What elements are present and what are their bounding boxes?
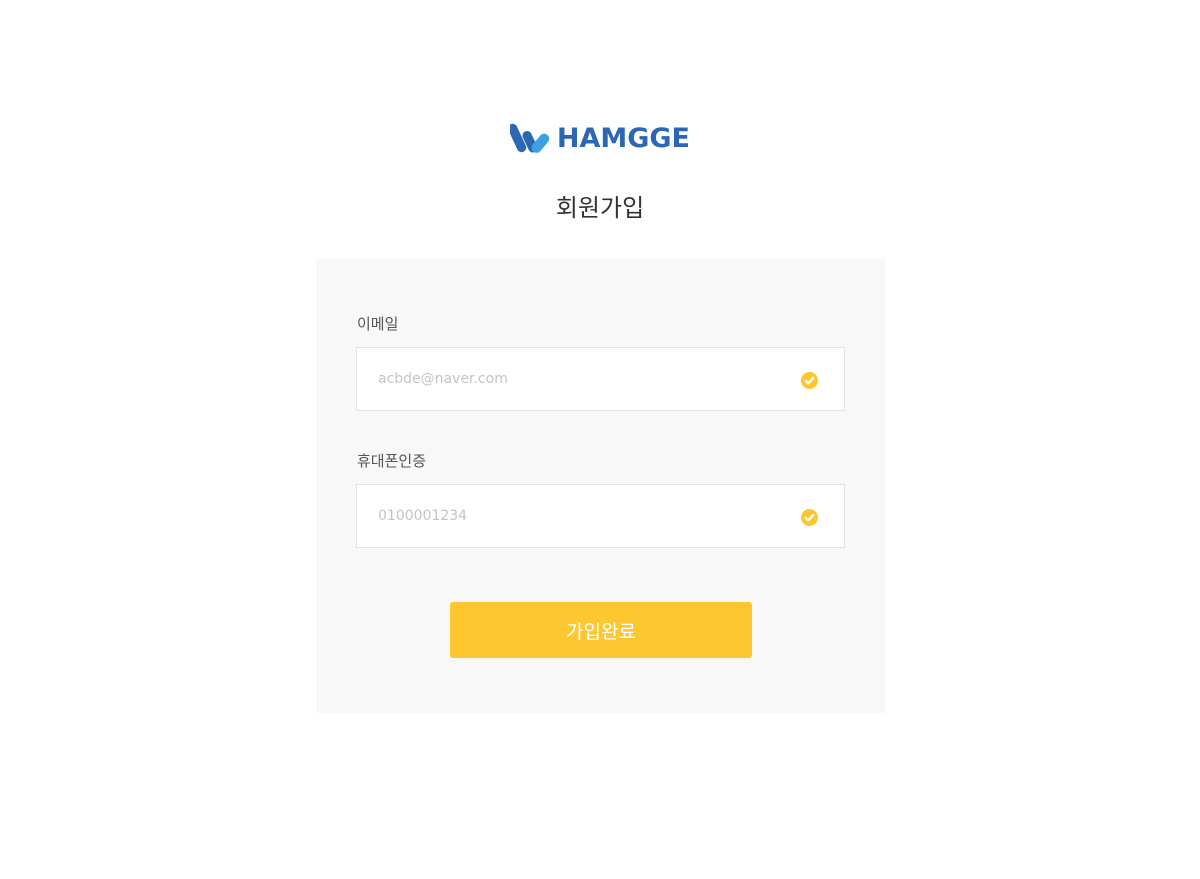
phone-field-box bbox=[356, 484, 845, 548]
signup-page: HAMGGE 회원가입 이메일 휴대폰인증 가입완료 bbox=[0, 0, 1200, 879]
check-circle-icon bbox=[801, 509, 818, 526]
hamgge-logo[interactable]: HAMGGE bbox=[510, 120, 690, 158]
submit-button[interactable]: 가입완료 bbox=[450, 602, 752, 658]
email-label: 이메일 bbox=[357, 315, 399, 333]
page-title: 회원가입 bbox=[555, 194, 645, 222]
logo-mark-icon bbox=[510, 123, 550, 153]
phone-label: 휴대폰인증 bbox=[357, 452, 427, 470]
email-field-box bbox=[356, 347, 845, 411]
signup-form: 이메일 휴대폰인증 가입완료 bbox=[316, 259, 885, 713]
logo-wordmark: HAMGGE bbox=[556, 123, 690, 154]
phone-input[interactable] bbox=[378, 485, 778, 547]
email-input[interactable] bbox=[378, 348, 778, 410]
check-circle-icon bbox=[801, 372, 818, 389]
